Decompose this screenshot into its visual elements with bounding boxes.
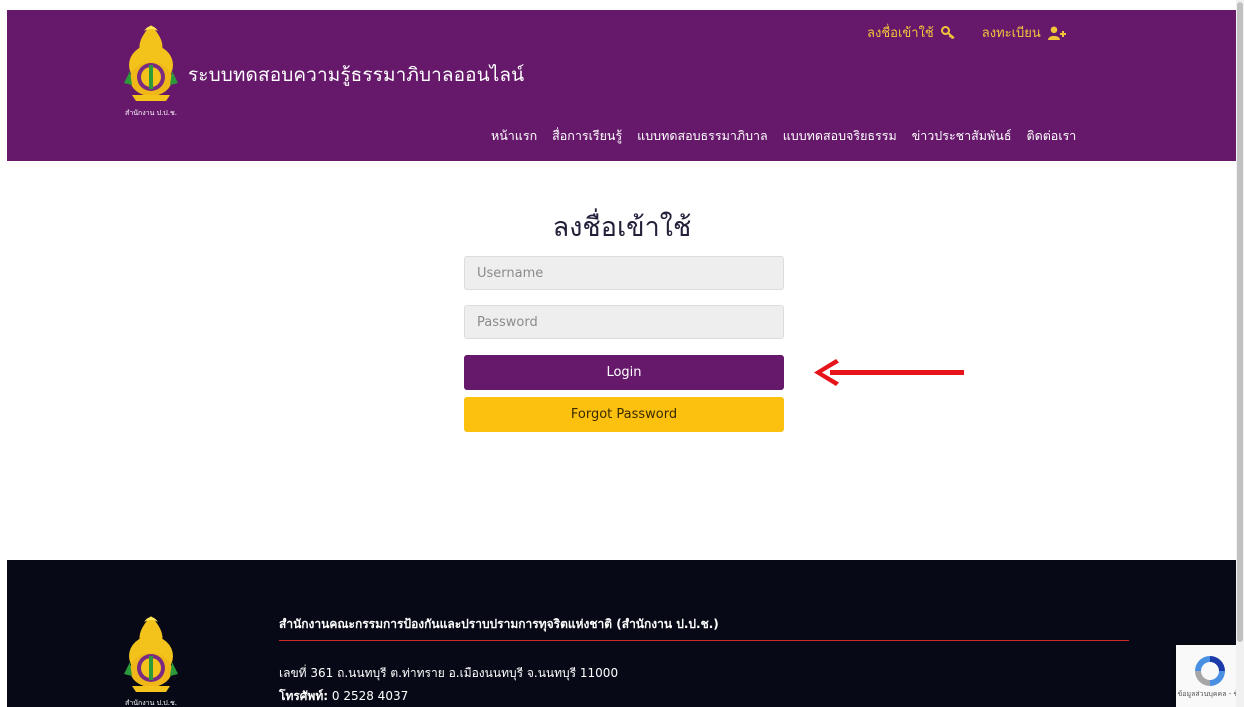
footer-logo[interactable]: สำนักงาน ป.ป.ช. bbox=[114, 612, 188, 707]
footer-logo-caption: สำนักงาน ป.ป.ช. bbox=[125, 699, 177, 707]
org-phone: โทรศัพท์: 0 2528 4037 bbox=[279, 687, 408, 706]
site-header: สำนักงาน ป.ป.ช. ระบบทดสอบความรู้ธรรมาภิบ… bbox=[7, 10, 1236, 161]
main-nav: หน้าแรก สื่อการเรียนรู้ แบบทดสอบธรรมาภิบ… bbox=[491, 126, 1076, 146]
phone-value: 0 2528 4037 bbox=[331, 689, 409, 703]
login-link[interactable]: ลงชื่อเข้าใช้ bbox=[867, 22, 956, 43]
nav-item-contact[interactable]: ติดต่อเรา bbox=[1026, 126, 1076, 146]
nav-item-governance-test[interactable]: แบบทดสอบธรรมาภิบาล bbox=[637, 126, 768, 146]
forgot-password-button[interactable]: Forgot Password bbox=[464, 397, 784, 432]
nacc-logo[interactable]: สำนักงาน ป.ป.ช. bbox=[114, 21, 188, 117]
scrollbar-thumb[interactable] bbox=[1237, 2, 1243, 642]
recaptcha-privacy-text[interactable]: ข้อมูลส่วนบุคคล - ข้อ bbox=[1176, 690, 1244, 698]
footer-divider bbox=[279, 640, 1129, 641]
top-links: ลงชื่อเข้าใช้ ลงทะเบียน bbox=[867, 22, 1066, 43]
nav-item-ethics-test[interactable]: แบบทดสอบจริยธรรม bbox=[783, 126, 897, 146]
page-scrollbar[interactable] bbox=[1236, 0, 1244, 707]
org-name: สำนักงานคณะกรรมการป้องกันและปราบปรามการท… bbox=[279, 617, 719, 631]
username-input[interactable] bbox=[464, 256, 784, 290]
nacc-emblem-icon: สำนักงาน ป.ป.ช. bbox=[124, 25, 178, 117]
nacc-emblem-icon: สำนักงาน ป.ป.ช. bbox=[124, 616, 178, 707]
password-input[interactable] bbox=[464, 305, 784, 339]
nav-item-news[interactable]: ข่าวประชาสัมพันธ์ bbox=[912, 126, 1012, 146]
red-arrow-icon bbox=[814, 359, 964, 386]
login-link-label: ลงชื่อเข้าใช้ bbox=[867, 26, 934, 41]
key-icon bbox=[940, 26, 955, 39]
logo-caption: สำนักงาน ป.ป.ช. bbox=[125, 109, 177, 117]
nav-item-learning-media[interactable]: สื่อการเรียนรู้ bbox=[552, 126, 622, 146]
phone-label: โทรศัพท์: bbox=[279, 689, 329, 703]
recaptcha-icon bbox=[1195, 656, 1225, 686]
login-title: ลงชื่อเข้าใช้ bbox=[552, 212, 692, 243]
site-title[interactable]: ระบบทดสอบความรู้ธรรมาภิบาลออนไลน์ bbox=[188, 60, 524, 90]
login-button[interactable]: Login bbox=[464, 355, 784, 390]
site-footer: สำนักงาน ป.ป.ช. สำนักงานคณะกรรมการป้องกั… bbox=[7, 560, 1236, 707]
register-link[interactable]: ลงทะเบียน bbox=[982, 22, 1066, 43]
recaptcha-badge[interactable]: ข้อมูลส่วนบุคคล - ข้อ bbox=[1176, 645, 1244, 707]
org-address: เลขที่ 361 ถ.นนทบุรี ต.ท่าทราย อ.เมืองนน… bbox=[279, 666, 619, 680]
nav-item-home[interactable]: หน้าแรก bbox=[491, 126, 537, 146]
user-plus-icon bbox=[1047, 26, 1066, 40]
register-link-label: ลงทะเบียน bbox=[981, 26, 1041, 41]
page: สำนักงาน ป.ป.ช. ระบบทดสอบความรู้ธรรมาภิบ… bbox=[0, 0, 1244, 707]
